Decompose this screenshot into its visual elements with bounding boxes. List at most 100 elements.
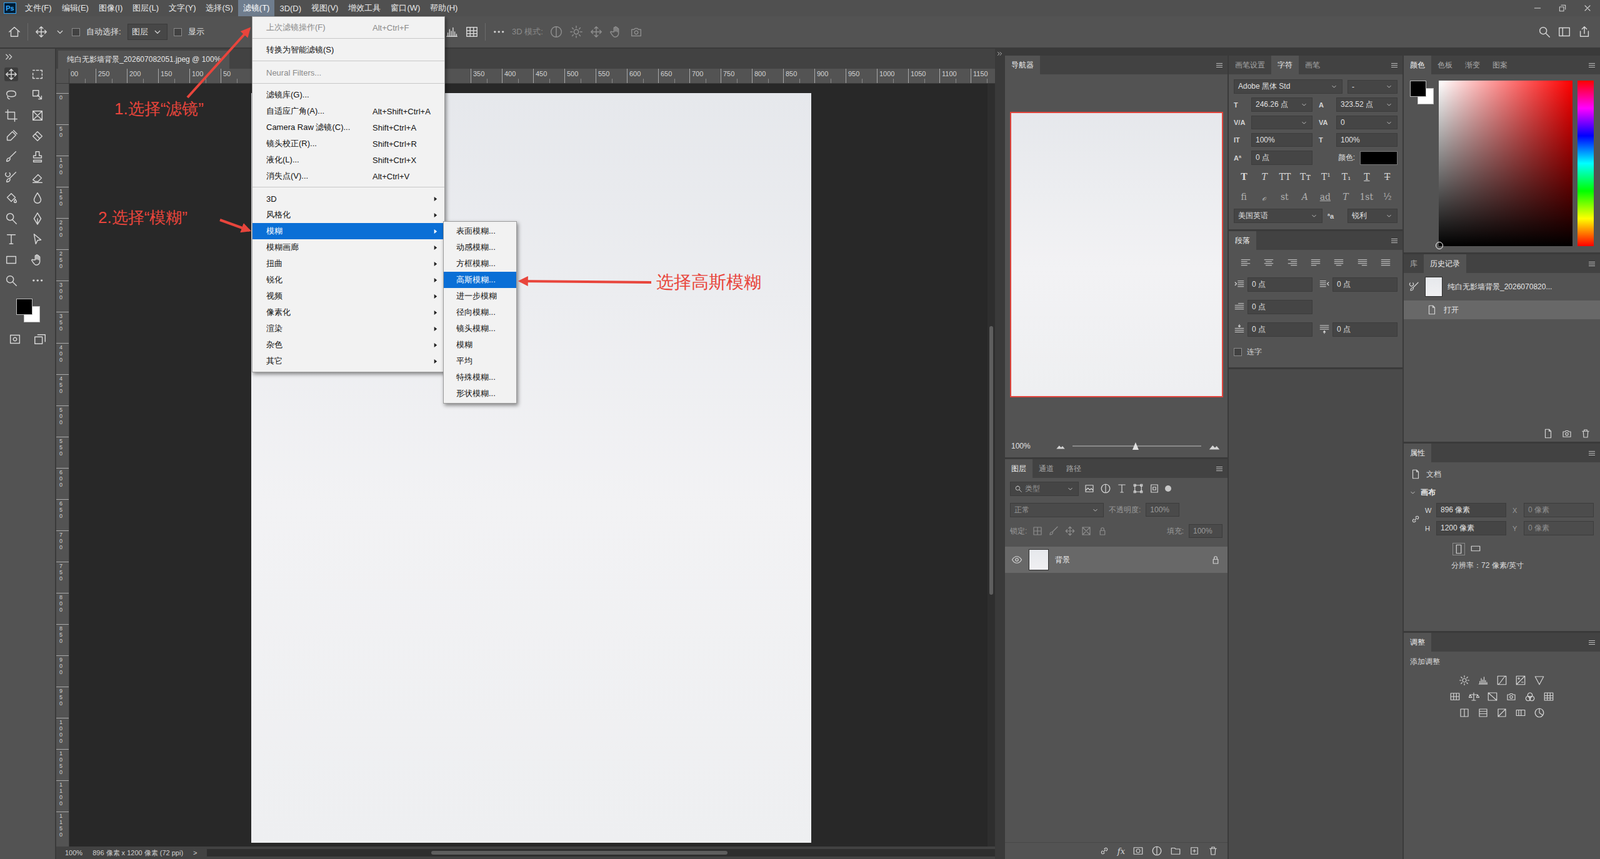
more-icon[interactable] xyxy=(491,25,506,39)
pjc-align-icon[interactable] xyxy=(1333,257,1345,269)
navigator-preview[interactable] xyxy=(1010,111,1224,398)
zoom-level[interactable]: 100% xyxy=(65,849,83,857)
panel-menu-icon[interactable] xyxy=(1583,443,1600,463)
style-button[interactable]: T xyxy=(1381,171,1394,182)
scroll-thumb[interactable] xyxy=(989,326,994,595)
filter-menu-item[interactable]: 锐化 xyxy=(252,271,445,289)
filter-menu-item[interactable]: 视频 xyxy=(252,288,445,305)
workspace-icon[interactable] xyxy=(1557,25,1572,39)
canvas[interactable] xyxy=(69,83,988,847)
blur-menu-item[interactable]: 形状模糊... xyxy=(443,385,517,402)
filter-menu-item[interactable]: 风格化 xyxy=(252,206,445,224)
3d-tool-icon[interactable] xyxy=(549,25,564,39)
history-snapshot[interactable]: 纯白无影墙背景_2026070820... xyxy=(1403,273,1600,301)
menu-item[interactable]: 图层(L) xyxy=(127,0,164,17)
zoom-slider[interactable] xyxy=(1072,441,1202,451)
style-button[interactable]: T xyxy=(1258,171,1271,182)
close-icon[interactable] xyxy=(1582,3,1593,14)
move-icon[interactable] xyxy=(4,67,19,82)
adjust-filter-icon[interactable] xyxy=(1100,483,1112,495)
field-input[interactable]: 0 点 xyxy=(1247,277,1313,292)
blur-menu-item[interactable]: 方框模糊... xyxy=(443,255,517,272)
panel-tab[interactable]: 属性 xyxy=(1403,443,1432,463)
fsmart-filter-icon[interactable] xyxy=(1148,483,1160,495)
hue-slider[interactable] xyxy=(1577,80,1594,247)
rect-icon[interactable] xyxy=(4,253,19,267)
opentype-button[interactable]: ½ xyxy=(1381,191,1394,202)
filter-menu-item[interactable]: 转换为智能滤镜(S) xyxy=(252,41,445,59)
blur-menu-item[interactable]: 高斯模糊... xyxy=(443,271,517,289)
panel-tab[interactable]: 库 xyxy=(1403,254,1424,274)
field-input[interactable]: 0 点 xyxy=(1247,322,1313,337)
menu-item[interactable]: 文件(F) xyxy=(20,0,57,17)
field-input[interactable]: 100% xyxy=(1251,133,1313,147)
move-lock-icon[interactable] xyxy=(1064,525,1076,537)
blur-icon[interactable] xyxy=(30,191,45,205)
blur-menu-item[interactable]: 平均 xyxy=(443,353,517,370)
menu-item[interactable]: 图像(I) xyxy=(93,0,128,17)
style-button[interactable]: T xyxy=(1360,171,1374,182)
caret-icon[interactable] xyxy=(54,26,66,38)
canvas-section-header[interactable]: 画布 xyxy=(1403,483,1600,502)
panel-tab[interactable]: 导航器 xyxy=(1005,55,1040,75)
app-logo[interactable]: Ps xyxy=(3,2,17,14)
expand-icon[interactable] xyxy=(996,50,1004,58)
filter-menu-item[interactable]: 滤镜库(G)... xyxy=(252,86,445,104)
selcolor-icon[interactable] xyxy=(1533,707,1545,719)
blur-menu-item[interactable]: 进一步模糊 xyxy=(443,288,517,305)
quick-mask-icon[interactable] xyxy=(8,332,22,347)
adjustment-icon[interactable] xyxy=(1151,845,1163,857)
blend-mode-dropdown[interactable]: 正常 xyxy=(1010,503,1104,518)
color-swatches[interactable] xyxy=(13,296,42,324)
filter-menu-item[interactable]: 杂色 xyxy=(252,336,445,354)
font-family-dropdown[interactable]: Adobe 黑体 Std xyxy=(1233,79,1343,94)
minimize-icon[interactable] xyxy=(1532,3,1543,14)
document-tab[interactable]: 纯白无影墙背景_202607082051.jpeg @ 100% xyxy=(58,50,230,69)
panel-tab[interactable]: 画笔 xyxy=(1298,55,1327,75)
eye-icon[interactable] xyxy=(1011,554,1023,566)
new-layer-icon[interactable] xyxy=(1188,845,1200,857)
3d-tool-icon[interactable] xyxy=(629,25,644,39)
panel-menu-icon[interactable] xyxy=(1583,55,1600,75)
zoom-in-icon[interactable] xyxy=(1207,439,1222,454)
share-icon[interactable] xyxy=(1577,25,1592,39)
pja-align-icon[interactable] xyxy=(1380,257,1392,269)
3d-tool-icon[interactable] xyxy=(569,25,584,39)
lock-lock-icon[interactable] xyxy=(1096,525,1109,537)
history-state[interactable]: 打开 xyxy=(1403,300,1600,320)
fx-button[interactable]: fx xyxy=(1117,846,1125,857)
zoom-icon[interactable] xyxy=(4,273,19,288)
panel-tab[interactable]: 段落 xyxy=(1228,231,1257,250)
collapse-icon[interactable] xyxy=(3,51,15,63)
opentype-button[interactable]: ℴ xyxy=(1258,191,1271,204)
style-button[interactable]: TT xyxy=(1278,171,1292,182)
menu-item[interactable]: 编辑(E) xyxy=(56,0,94,17)
mixer-icon[interactable] xyxy=(1524,691,1536,703)
blur-menu-item[interactable]: 表面模糊... xyxy=(443,223,517,240)
eraser-icon[interactable] xyxy=(30,170,45,185)
scroll-thumb[interactable] xyxy=(431,851,728,855)
move-tool-icon[interactable] xyxy=(34,25,49,39)
frame-icon[interactable] xyxy=(30,108,45,123)
opentype-button[interactable]: 1st xyxy=(1359,191,1374,202)
distribute-icon[interactable] xyxy=(465,25,479,39)
auto-select-dropdown[interactable]: 图层 xyxy=(127,23,168,40)
new-document-icon[interactable] xyxy=(1542,428,1554,440)
field-input[interactable]: 896 像素 xyxy=(1436,503,1507,518)
filter-menu-item[interactable]: 扭曲 xyxy=(252,255,445,272)
panel-menu-icon[interactable] xyxy=(1211,459,1228,479)
objsel-icon[interactable] xyxy=(30,88,45,102)
layer-row[interactable]: 背景 xyxy=(1005,546,1228,574)
blur-menu-item[interactable]: 动感模糊... xyxy=(443,239,517,256)
color-swatches[interactable] xyxy=(1410,80,1434,105)
hand-icon[interactable] xyxy=(30,253,45,267)
foreground-color[interactable] xyxy=(1410,80,1427,97)
filter-menu-item[interactable]: 模糊画廊 xyxy=(252,239,445,256)
style-button[interactable]: T xyxy=(1237,171,1250,182)
color-marker[interactable] xyxy=(1435,241,1444,250)
opentype-button[interactable]: st xyxy=(1278,191,1291,202)
menu-item[interactable]: 滤镜(T) xyxy=(238,0,275,17)
foreground-color[interactable] xyxy=(16,298,33,315)
histbrush-icon[interactable] xyxy=(4,170,19,185)
filter-menu-item[interactable]: Camera Raw 滤镜(C)...Shift+Ctrl+A xyxy=(252,119,445,136)
